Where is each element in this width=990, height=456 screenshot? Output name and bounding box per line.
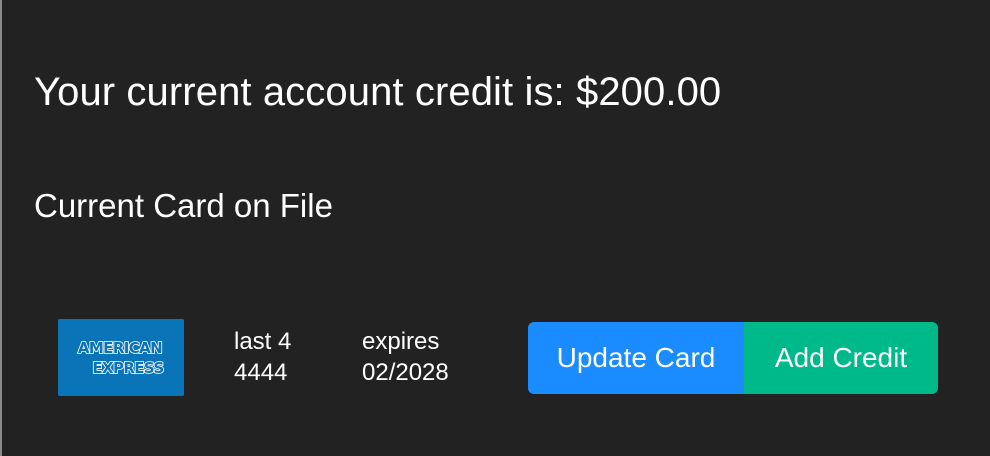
account-credit-panel: Your current account credit is: $200.00 …: [0, 0, 990, 456]
current-card-heading: Current Card on File: [34, 187, 333, 224]
account-credit-heading: Your current account credit is: $200.00: [34, 70, 722, 114]
last4-label: last 4: [234, 328, 292, 355]
expires-label: expires: [362, 328, 440, 355]
card-on-file-row: AMERICAN EXPRESS last 4 4444 expires 02/…: [58, 318, 948, 398]
amex-logo-line-2: EXPRESS: [92, 359, 163, 377]
card-actions-button-group: Update Card Add Credit: [528, 322, 938, 394]
update-card-button[interactable]: Update Card: [528, 322, 744, 394]
amex-logo-line-1: AMERICAN: [78, 339, 162, 357]
expires-value: 02/2028: [362, 359, 449, 386]
last4-value: 4444: [234, 359, 288, 386]
card-last4: last 4 4444: [234, 326, 291, 388]
card-expiry: expires 02/2028: [362, 326, 449, 388]
american-express-logo-icon: AMERICAN EXPRESS: [58, 319, 184, 396]
add-credit-button[interactable]: Add Credit: [744, 322, 938, 394]
